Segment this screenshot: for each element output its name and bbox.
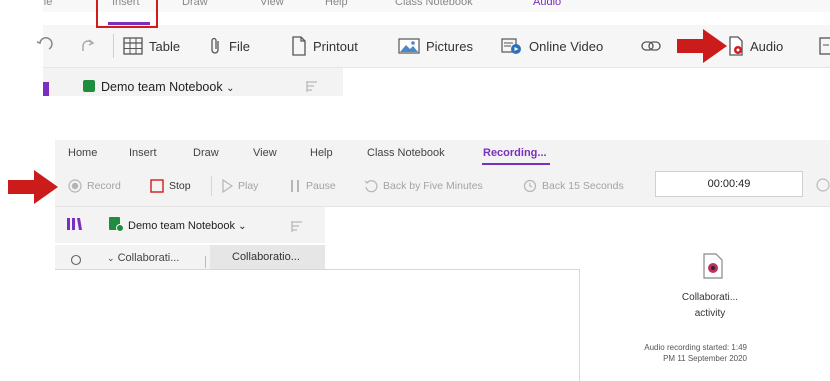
page-label: Collaboratio... xyxy=(232,251,300,263)
recording-info-line-1: Audio recording started: 1:49 xyxy=(644,343,747,352)
section-item-1[interactable]: ⌄ Collaborati... xyxy=(107,252,179,264)
tab-help[interactable]: Help xyxy=(310,147,333,159)
audio-label: Audio xyxy=(750,38,784,54)
tab-recording[interactable]: Recording... xyxy=(483,147,547,159)
undo-button[interactable] xyxy=(35,25,53,67)
more-icon xyxy=(819,37,830,55)
recording-info-line-2: PM 11 September 2020 xyxy=(663,354,747,363)
notebook-name: Demo team Notebook xyxy=(101,80,223,94)
tab-view[interactable]: View xyxy=(253,147,277,159)
table-button[interactable]: Table xyxy=(123,25,180,67)
attachment-name[interactable]: Collaborati... activity xyxy=(655,290,765,322)
tab-class-notebook[interactable]: Class Notebook xyxy=(367,147,445,159)
tab-view[interactable]: View xyxy=(260,0,284,8)
page-content-area[interactable] xyxy=(55,269,580,381)
audio-file-icon[interactable] xyxy=(702,253,724,279)
stop-icon xyxy=(150,179,164,193)
stop-label: Stop xyxy=(169,180,191,192)
chevron-down-icon: ⌄ xyxy=(226,83,235,94)
notebooks-icon[interactable] xyxy=(66,217,82,231)
pictures-icon xyxy=(398,38,420,54)
back-15-seconds-button[interactable]: Back 15 Seconds xyxy=(523,166,624,206)
timer-value: 00:00:49 xyxy=(707,178,751,190)
options-icon[interactable] xyxy=(815,177,830,193)
search-icon[interactable] xyxy=(70,254,82,266)
play-label: Play xyxy=(238,180,259,192)
tab-home[interactable]: Home xyxy=(43,0,52,8)
online-video-button[interactable]: Online Video xyxy=(501,25,603,67)
file-label: File xyxy=(229,38,250,54)
top-tab-bar: Home Insert Draw View Help Class Noteboo… xyxy=(43,0,830,12)
pictures-label: Pictures xyxy=(426,38,473,54)
play-button[interactable]: Play xyxy=(221,166,258,206)
notebook-name: Demo team Notebook xyxy=(128,220,235,232)
paperclip-icon xyxy=(211,37,219,54)
notebooks-icon xyxy=(43,82,49,96)
link-button[interactable] xyxy=(640,25,662,67)
arrow-right-icon xyxy=(8,170,58,204)
link-icon xyxy=(641,41,661,51)
tab-insert[interactable]: Insert xyxy=(129,147,157,159)
printout-label: Printout xyxy=(313,38,358,54)
record-icon xyxy=(68,179,82,193)
notebook-selector[interactable]: Demo team Notebook ⌄ xyxy=(101,80,234,94)
tab-audio[interactable]: Audio xyxy=(533,0,561,8)
online-video-icon xyxy=(501,38,521,54)
recording-info: Audio recording started: 1:49 PM 11 Sept… xyxy=(595,342,747,364)
back-five-minutes-button[interactable]: Back by Five Minutes xyxy=(364,166,483,206)
chevron-down-icon: ⌄ xyxy=(107,253,115,263)
back-five-minutes-label: Back by Five Minutes xyxy=(383,180,483,192)
table-icon xyxy=(123,37,143,55)
arrow-right-icon xyxy=(677,29,727,63)
tab-home[interactable]: Home xyxy=(68,147,97,159)
toolbar-divider xyxy=(113,34,114,58)
play-icon xyxy=(222,179,233,193)
tab-draw[interactable]: Draw xyxy=(193,147,219,159)
pause-button[interactable]: Pause xyxy=(289,166,336,206)
table-label: Table xyxy=(149,38,181,54)
recording-timer: 00:00:49 xyxy=(655,171,803,197)
file-button[interactable]: File xyxy=(209,25,250,67)
more-button[interactable] xyxy=(818,25,830,67)
tab-help[interactable]: Help xyxy=(325,0,348,8)
online-video-label: Online Video xyxy=(529,38,604,54)
redo-button[interactable] xyxy=(79,25,97,67)
insert-tab-active-underline xyxy=(108,22,150,25)
audio-button[interactable]: Audio xyxy=(728,25,783,67)
chevron-down-icon: ⌄ xyxy=(238,221,247,232)
page-tab-active[interactable]: Collaboratio... xyxy=(210,245,325,269)
pause-label: Pause xyxy=(306,180,336,192)
sort-icon[interactable] xyxy=(305,80,319,92)
section-label-1: Collaborati... xyxy=(117,252,180,264)
record-label: Record xyxy=(87,180,121,192)
stop-button[interactable]: Stop xyxy=(150,166,191,206)
printout-icon xyxy=(292,36,306,56)
section-divider xyxy=(205,256,206,268)
tab-draw[interactable]: Draw xyxy=(182,0,208,8)
pause-icon xyxy=(291,180,299,192)
pictures-button[interactable]: Pictures xyxy=(398,25,473,67)
recording-tab-active-underline xyxy=(482,163,550,165)
record-button[interactable]: Record xyxy=(68,166,121,206)
attachment-line-1: Collaborati... xyxy=(681,292,739,303)
sort-icon[interactable] xyxy=(290,220,304,232)
notebook-selector[interactable]: Demo team Notebook ⌄ xyxy=(128,220,246,232)
printout-button[interactable]: Printout xyxy=(291,25,358,67)
undo-icon xyxy=(36,37,53,50)
notebook-icon xyxy=(109,217,124,232)
attachment-line-2: activity xyxy=(694,308,726,319)
rewind-15-icon xyxy=(523,179,537,193)
menu-tab-bar: Home Insert Draw View Help Class Noteboo… xyxy=(55,140,830,166)
toolbar-divider xyxy=(211,176,212,196)
audio-icon xyxy=(729,36,743,56)
tab-class-notebook[interactable]: Class Notebook xyxy=(395,0,473,8)
rewind-icon xyxy=(364,180,378,193)
redo-icon xyxy=(82,39,95,51)
notebook-icon xyxy=(83,80,95,92)
back-15-seconds-label: Back 15 Seconds xyxy=(542,180,624,192)
